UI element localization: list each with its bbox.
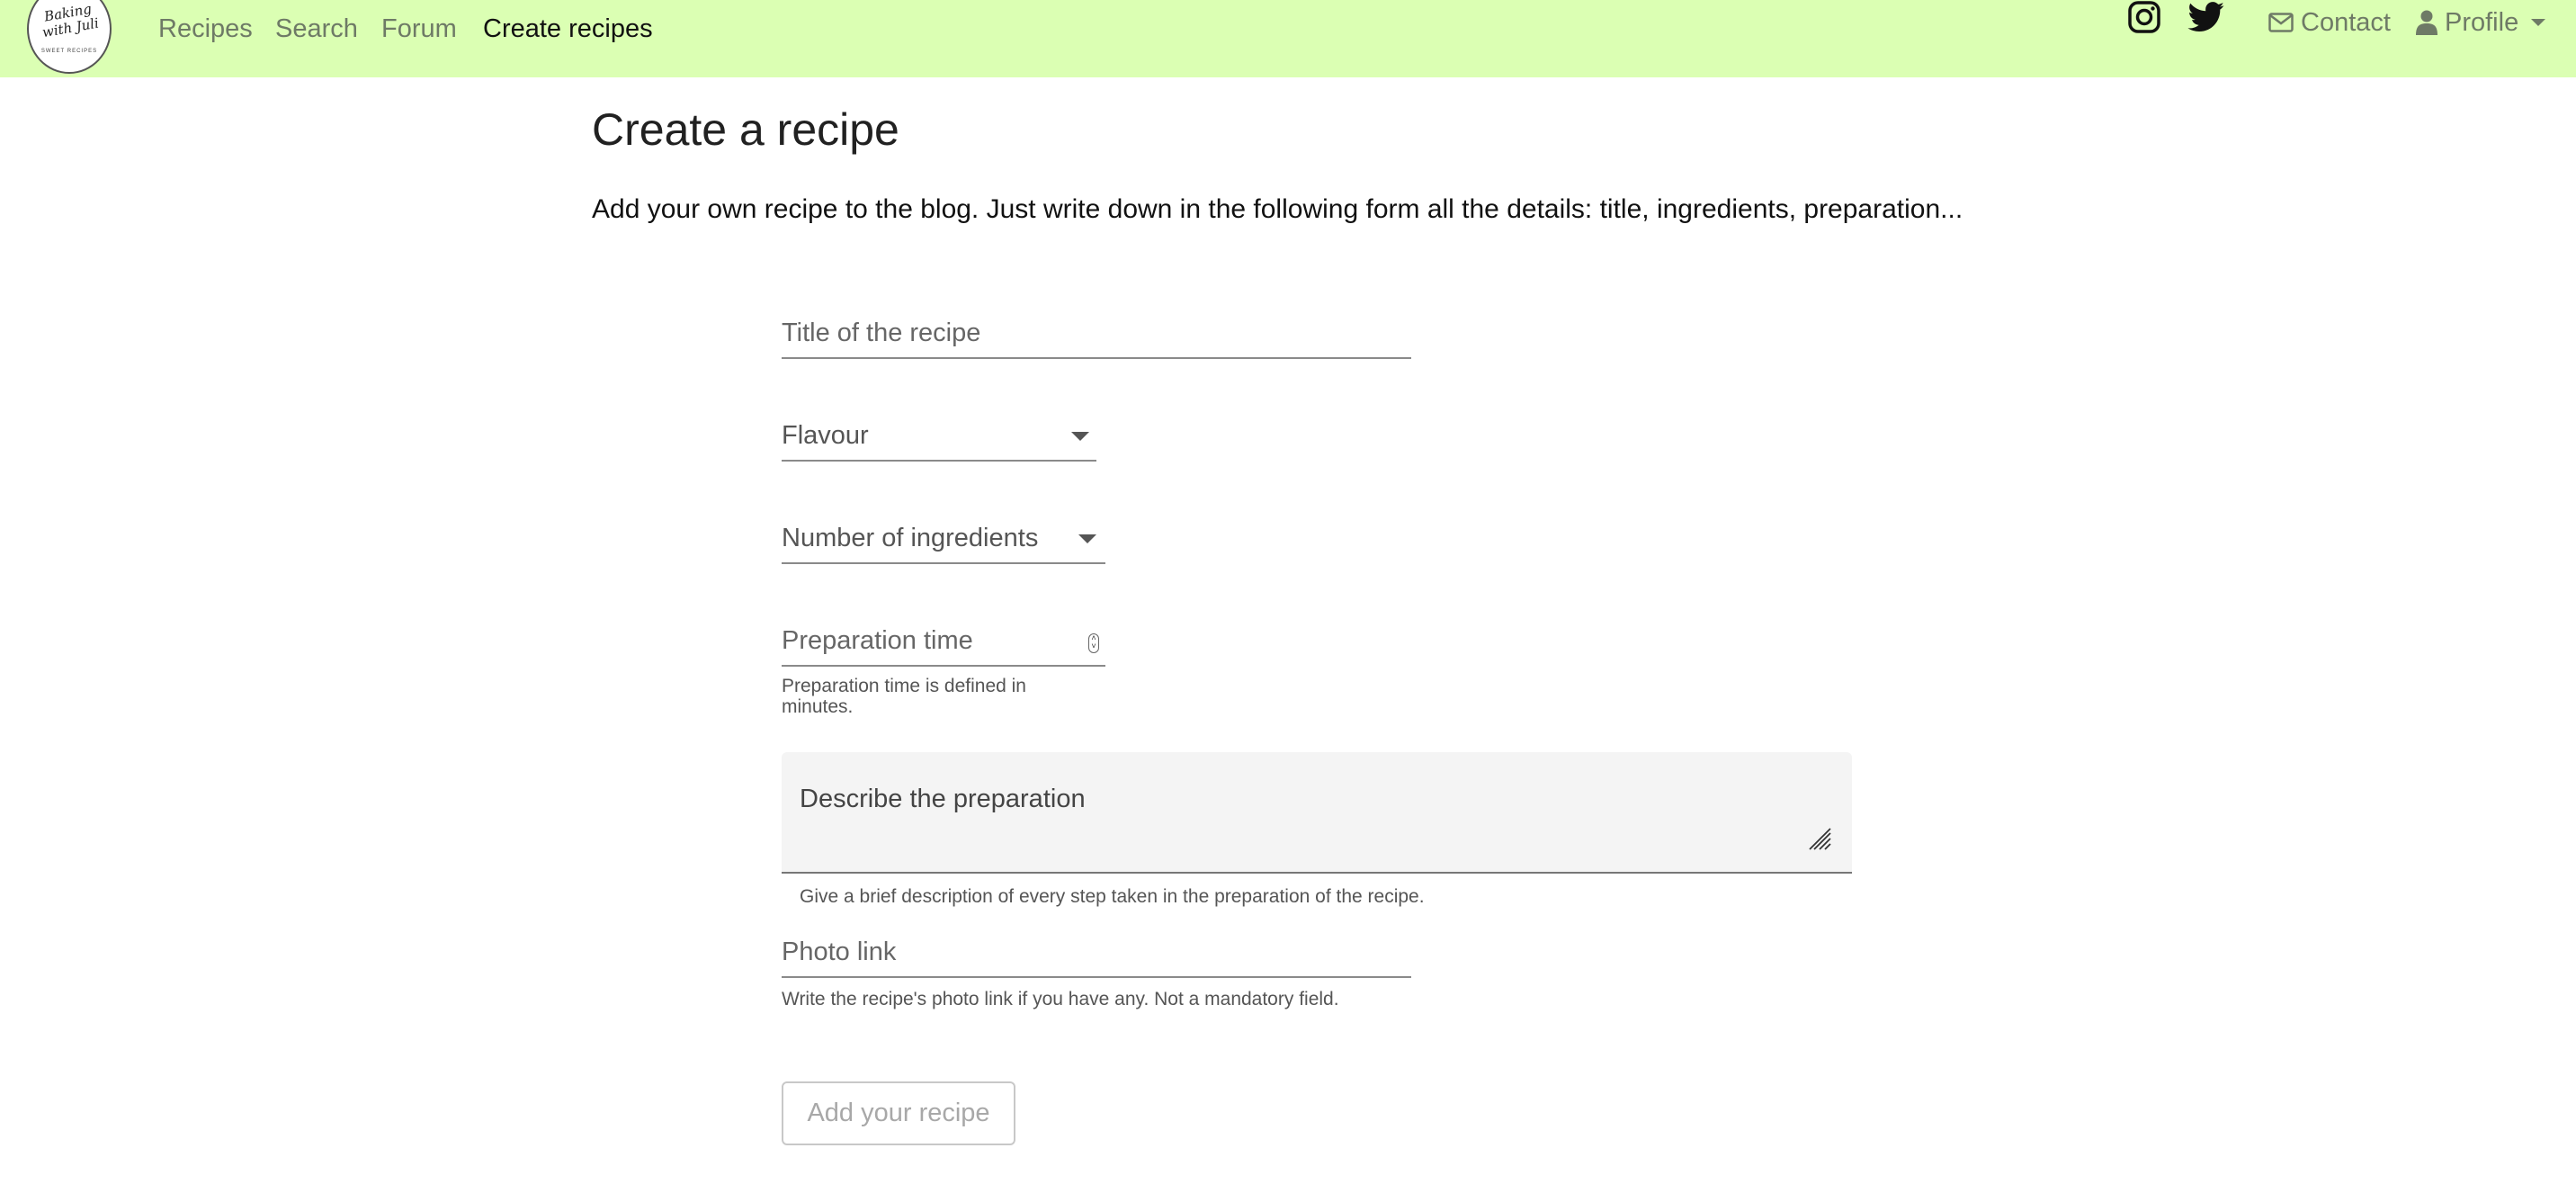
chevron-down-icon [1078,534,1096,543]
photo-link-helper: Write the recipe's photo link if you hav… [782,989,1339,1009]
prep-time-helper: Preparation time is defined in minutes. [782,676,1026,717]
nav-link-recipes[interactable]: Recipes [158,13,253,45]
chevron-down-icon [1071,432,1089,441]
number-spinner-icon[interactable]: ˄ ˅ [1088,633,1099,653]
photo-link-field [782,928,1411,978]
user-icon [2416,10,2437,35]
prep-time-field: ˄˅ [782,617,1105,667]
ingredients-select[interactable]: Number of ingredients [782,515,1105,564]
flavour-select-label: Flavour [782,421,869,450]
resize-handle-icon[interactable] [1809,828,1832,856]
profile-dropdown[interactable]: Profile [2416,7,2546,38]
page-intro: Add your own recipe to the blog. Just wr… [592,194,1963,224]
description-helper: Give a brief description of every step t… [800,886,1425,907]
flavour-select[interactable]: Flavour [782,412,1096,462]
navbar: Baking with Juli SWEET RECIPES Recipes S… [0,0,2576,77]
add-recipe-button[interactable]: Add your recipe [782,1081,1015,1145]
nav-link-forum[interactable]: Forum [381,13,457,45]
description-textarea[interactable] [782,752,1852,872]
instagram-icon[interactable] [2128,1,2160,38]
profile-label: Profile [2445,8,2519,37]
title-field [782,309,1411,359]
description-field [782,752,1852,874]
ingredients-select-label: Number of ingredients [782,524,1039,552]
contact-link[interactable]: Contact [2268,7,2391,38]
envelope-icon [2268,13,2294,32]
site-logo[interactable]: Baking with Juli SWEET RECIPES [27,0,112,74]
page-title: Create a recipe [592,104,899,155]
chevron-down-icon [2531,19,2546,26]
nav-link-search[interactable]: Search [275,13,358,45]
photo-link-input[interactable] [782,928,1411,976]
prep-time-input[interactable] [782,617,1105,665]
recipe-title-input[interactable] [782,309,1411,357]
logo-script: Baking with Juli [40,0,101,41]
logo-tagline: SWEET RECIPES [40,49,98,54]
nav-link-create-recipes[interactable]: Create recipes [483,13,653,45]
twitter-icon[interactable] [2187,2,2225,37]
contact-label: Contact [2301,8,2391,37]
